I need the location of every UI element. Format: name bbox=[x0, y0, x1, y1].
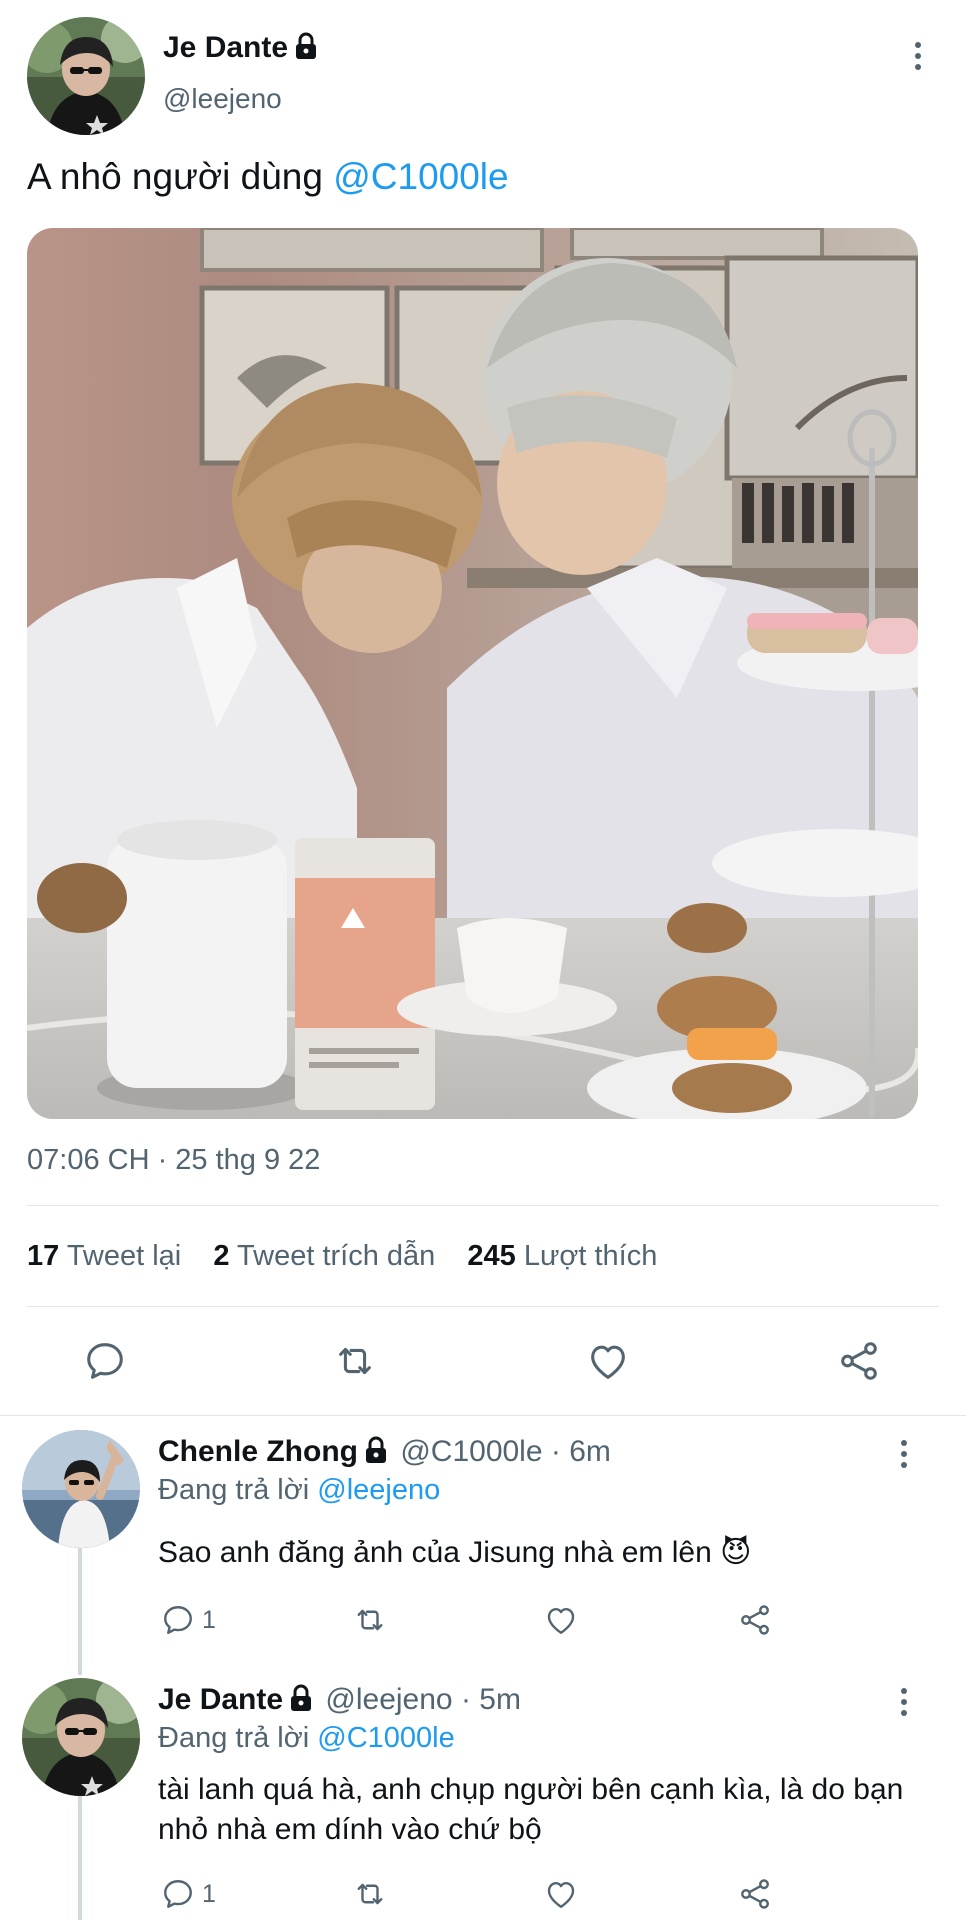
tweet-text: A nhô người dùng @C1000le bbox=[27, 156, 509, 197]
share-icon bbox=[741, 1605, 769, 1635]
thread-line bbox=[78, 1545, 82, 1675]
replying-to-line: Đang trả lời @leejeno bbox=[158, 1474, 441, 1506]
reply-author-name[interactable]: Je Dante bbox=[158, 1683, 283, 1716]
tweet-photo[interactable] bbox=[27, 228, 918, 1119]
quotes-stat[interactable]: 2 Tweet trích dẫn bbox=[213, 1240, 435, 1272]
replying-to-link[interactable]: @leejeno bbox=[317, 1474, 440, 1506]
like-icon bbox=[591, 1345, 625, 1379]
tweet-timestamp[interactable]: 07:06 CH · 25 thg 9 22 bbox=[27, 1142, 320, 1178]
reply-more-options-icon[interactable] bbox=[899, 1688, 909, 1716]
reply-avatar[interactable] bbox=[22, 1430, 140, 1548]
reply-handle[interactable]: @leejeno bbox=[325, 1683, 452, 1716]
retweet-icon bbox=[339, 1347, 371, 1375]
retweet-icon bbox=[357, 1609, 383, 1631]
author-name[interactable]: Je Dante bbox=[163, 31, 288, 64]
reply-like-button[interactable] bbox=[543, 1602, 579, 1643]
reply-like-button[interactable] bbox=[543, 1876, 579, 1917]
likes-stat[interactable]: 245 Lượt thích bbox=[467, 1240, 657, 1272]
reply-time[interactable]: · 6m bbox=[551, 1435, 611, 1468]
reply-count: 1 bbox=[202, 1879, 216, 1908]
divider bbox=[27, 1205, 939, 1206]
reply-text: Sao anh đăng ảnh của Jisung nhà em lên 😈 bbox=[158, 1536, 752, 1569]
reply-share-button[interactable] bbox=[737, 1876, 773, 1917]
share-icon bbox=[741, 1879, 769, 1909]
reply-more-options-icon[interactable] bbox=[899, 1440, 909, 1468]
mention-link[interactable]: @C1000le bbox=[333, 156, 508, 197]
like-icon bbox=[547, 1608, 575, 1634]
lock-icon bbox=[364, 1436, 388, 1473]
reply-button[interactable] bbox=[82, 1338, 128, 1389]
tweet-stats: 17 Tweet lại 2 Tweet trích dẫn 245 Lượt … bbox=[27, 1238, 657, 1274]
reply-text: tài lanh quá hà, anh chụp người bên cạnh… bbox=[158, 1773, 904, 1846]
divider bbox=[0, 1415, 966, 1416]
reply-count: 1 bbox=[202, 1605, 216, 1634]
replying-to-link[interactable]: @C1000le bbox=[317, 1722, 454, 1754]
author-avatar[interactable] bbox=[27, 17, 145, 135]
reply-icon bbox=[164, 1606, 192, 1634]
retweet-button[interactable] bbox=[331, 1338, 379, 1389]
reply-handle[interactable]: @C1000le bbox=[400, 1435, 542, 1468]
share-icon bbox=[841, 1342, 877, 1380]
retweets-stat[interactable]: 17 Tweet lại bbox=[27, 1240, 181, 1272]
reply-header: Je Dante @leejeno · 5m bbox=[158, 1682, 521, 1721]
reply-author-name[interactable]: Chenle Zhong bbox=[158, 1435, 358, 1468]
lock-icon bbox=[289, 1684, 313, 1721]
retweet-icon bbox=[357, 1883, 383, 1905]
thread-line bbox=[78, 1795, 82, 1920]
reply-retweet-button[interactable] bbox=[351, 1876, 389, 1917]
more-options-icon[interactable] bbox=[913, 42, 923, 70]
author-handle[interactable]: @leejeno bbox=[163, 82, 282, 116]
divider bbox=[27, 1306, 939, 1307]
author-name-row: Je Dante bbox=[163, 30, 318, 69]
reply-reply-button[interactable]: 1 bbox=[160, 1876, 216, 1912]
like-button[interactable] bbox=[585, 1338, 631, 1389]
reply-avatar[interactable] bbox=[22, 1678, 140, 1796]
reply-icon bbox=[87, 1343, 123, 1379]
reply-share-button[interactable] bbox=[737, 1602, 773, 1643]
reply-header: Chenle Zhong @C1000le · 6m bbox=[158, 1434, 611, 1473]
reply-retweet-button[interactable] bbox=[351, 1602, 389, 1643]
replying-to-line: Đang trả lời @C1000le bbox=[158, 1722, 455, 1754]
reply-icon bbox=[164, 1880, 192, 1908]
reply-reply-button[interactable]: 1 bbox=[160, 1602, 216, 1638]
reply-time[interactable]: · 5m bbox=[461, 1683, 521, 1716]
like-icon bbox=[547, 1882, 575, 1908]
share-button[interactable] bbox=[836, 1338, 882, 1389]
lock-icon bbox=[294, 32, 318, 69]
